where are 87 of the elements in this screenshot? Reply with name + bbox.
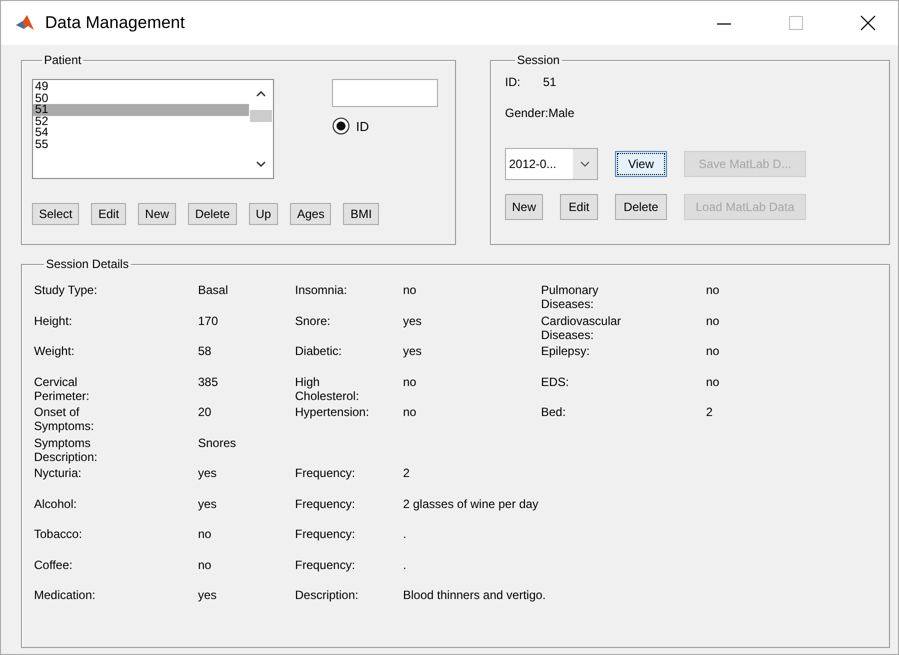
- field-label: Height:: [34, 314, 74, 328]
- field-value: no: [198, 527, 212, 541]
- gender-label: Gender:: [505, 106, 548, 122]
- session-button[interactable]: View: [615, 151, 667, 177]
- field-value: no: [198, 558, 212, 572]
- field-label: Frequency:: [295, 496, 356, 510]
- patient-button[interactable]: New: [138, 203, 176, 225]
- field-value: no: [706, 344, 720, 358]
- field-label: Medication:: [34, 588, 96, 602]
- field-value: 170: [198, 314, 220, 328]
- app-logo-icon: [15, 13, 35, 33]
- field-label: Diabetic:: [295, 344, 343, 358]
- field-label: Symptoms Description:: [34, 436, 98, 464]
- session-button[interactable]: New: [505, 194, 543, 220]
- field-value: no: [403, 405, 418, 419]
- session-button[interactable]: Delete: [615, 194, 667, 220]
- field-value: yes: [198, 496, 218, 510]
- patient-button[interactable]: Delete: [188, 203, 237, 225]
- id-label: ID:: [505, 75, 522, 91]
- field-label: EDS:: [541, 374, 570, 388]
- radio-button[interactable]: [332, 117, 350, 135]
- field-value: Basal: [198, 283, 230, 297]
- list-item[interactable]: 51: [33, 104, 249, 116]
- field-label: Frequency:: [295, 466, 356, 480]
- patient-button[interactable]: Edit: [91, 203, 126, 225]
- patient-button[interactable]: BMI: [343, 203, 379, 225]
- list-item[interactable]: 54: [33, 127, 249, 138]
- field-label: Insomnia:: [295, 283, 348, 297]
- field-label: Cardiovascular Diseases:: [541, 314, 622, 342]
- field-value: no: [706, 314, 720, 328]
- field-value: 58: [198, 344, 212, 358]
- field-label: Description:: [295, 588, 360, 602]
- scroll-thumb[interactable]: [250, 110, 272, 122]
- field-value: .: [403, 527, 408, 541]
- field-value: no: [403, 283, 418, 297]
- field-value: yes: [198, 466, 218, 480]
- field-label: High Cholesterol:: [295, 374, 360, 402]
- field-value: no: [706, 283, 720, 297]
- field-label: Coffee:: [34, 558, 74, 572]
- field-label: Nycturia:: [34, 466, 82, 480]
- list-item[interactable]: 50: [33, 92, 249, 104]
- field-value: 20: [198, 405, 212, 419]
- id-value: 51: [543, 75, 556, 91]
- scroll-up-icon[interactable]: [256, 90, 266, 98]
- field-value: .: [403, 558, 408, 572]
- field-label: Pulmonary Diseases:: [541, 283, 600, 311]
- gender-value: Male: [548, 106, 574, 122]
- close-icon[interactable]: [860, 15, 876, 31]
- field-label: Frequency:: [295, 527, 356, 541]
- field-value: 385: [198, 374, 220, 388]
- list-item[interactable]: 55: [33, 138, 249, 150]
- field-value: yes: [403, 344, 423, 358]
- patient-button[interactable]: Up: [248, 203, 278, 225]
- field-value: 2 glasses of wine per day: [403, 496, 540, 510]
- field-label: Tobacco:: [34, 527, 84, 541]
- scroll-down-icon[interactable]: [256, 160, 266, 168]
- field-label: Weight:: [34, 344, 76, 358]
- list-item[interactable]: 49: [33, 81, 249, 92]
- patient-list[interactable]: 49 50 51 52 54 55: [32, 79, 274, 179]
- field-label: Cervical Perimeter:: [34, 374, 90, 402]
- field-label: Frequency:: [295, 558, 356, 572]
- field-value: yes: [198, 588, 218, 602]
- radio-label: ID: [356, 118, 369, 134]
- field-value: no: [403, 374, 418, 388]
- field-label: Epilepsy:: [541, 344, 591, 358]
- field-value: yes: [403, 314, 423, 328]
- field-value: 2: [706, 405, 714, 419]
- panel-title: Session: [516, 53, 561, 67]
- panel-title: Patient: [43, 53, 82, 67]
- field-label: Bed:: [541, 405, 567, 419]
- field-label: Alcohol:: [34, 496, 78, 510]
- patient-button[interactable]: Select: [32, 203, 80, 225]
- date-dropdown[interactable]: 2012-0...: [505, 148, 598, 180]
- panel-title: Session Details: [45, 257, 130, 271]
- id-input-field[interactable]: [332, 79, 438, 107]
- field-label: Onset of Symptoms:: [34, 405, 96, 433]
- patient-button[interactable]: Ages: [290, 203, 332, 225]
- window-title: Data Management: [45, 13, 185, 33]
- session-button[interactable]: Edit: [560, 194, 598, 220]
- chevron-down-icon: [580, 161, 590, 167]
- field-label: Study Type:: [34, 283, 98, 297]
- field-value: Snores: [198, 436, 238, 450]
- field-label: Hypertension:: [295, 405, 370, 419]
- field-label: Snore:: [295, 314, 332, 328]
- field-value: 2: [403, 466, 411, 480]
- field-value: no: [706, 374, 720, 388]
- list-item[interactable]: 52: [33, 116, 249, 127]
